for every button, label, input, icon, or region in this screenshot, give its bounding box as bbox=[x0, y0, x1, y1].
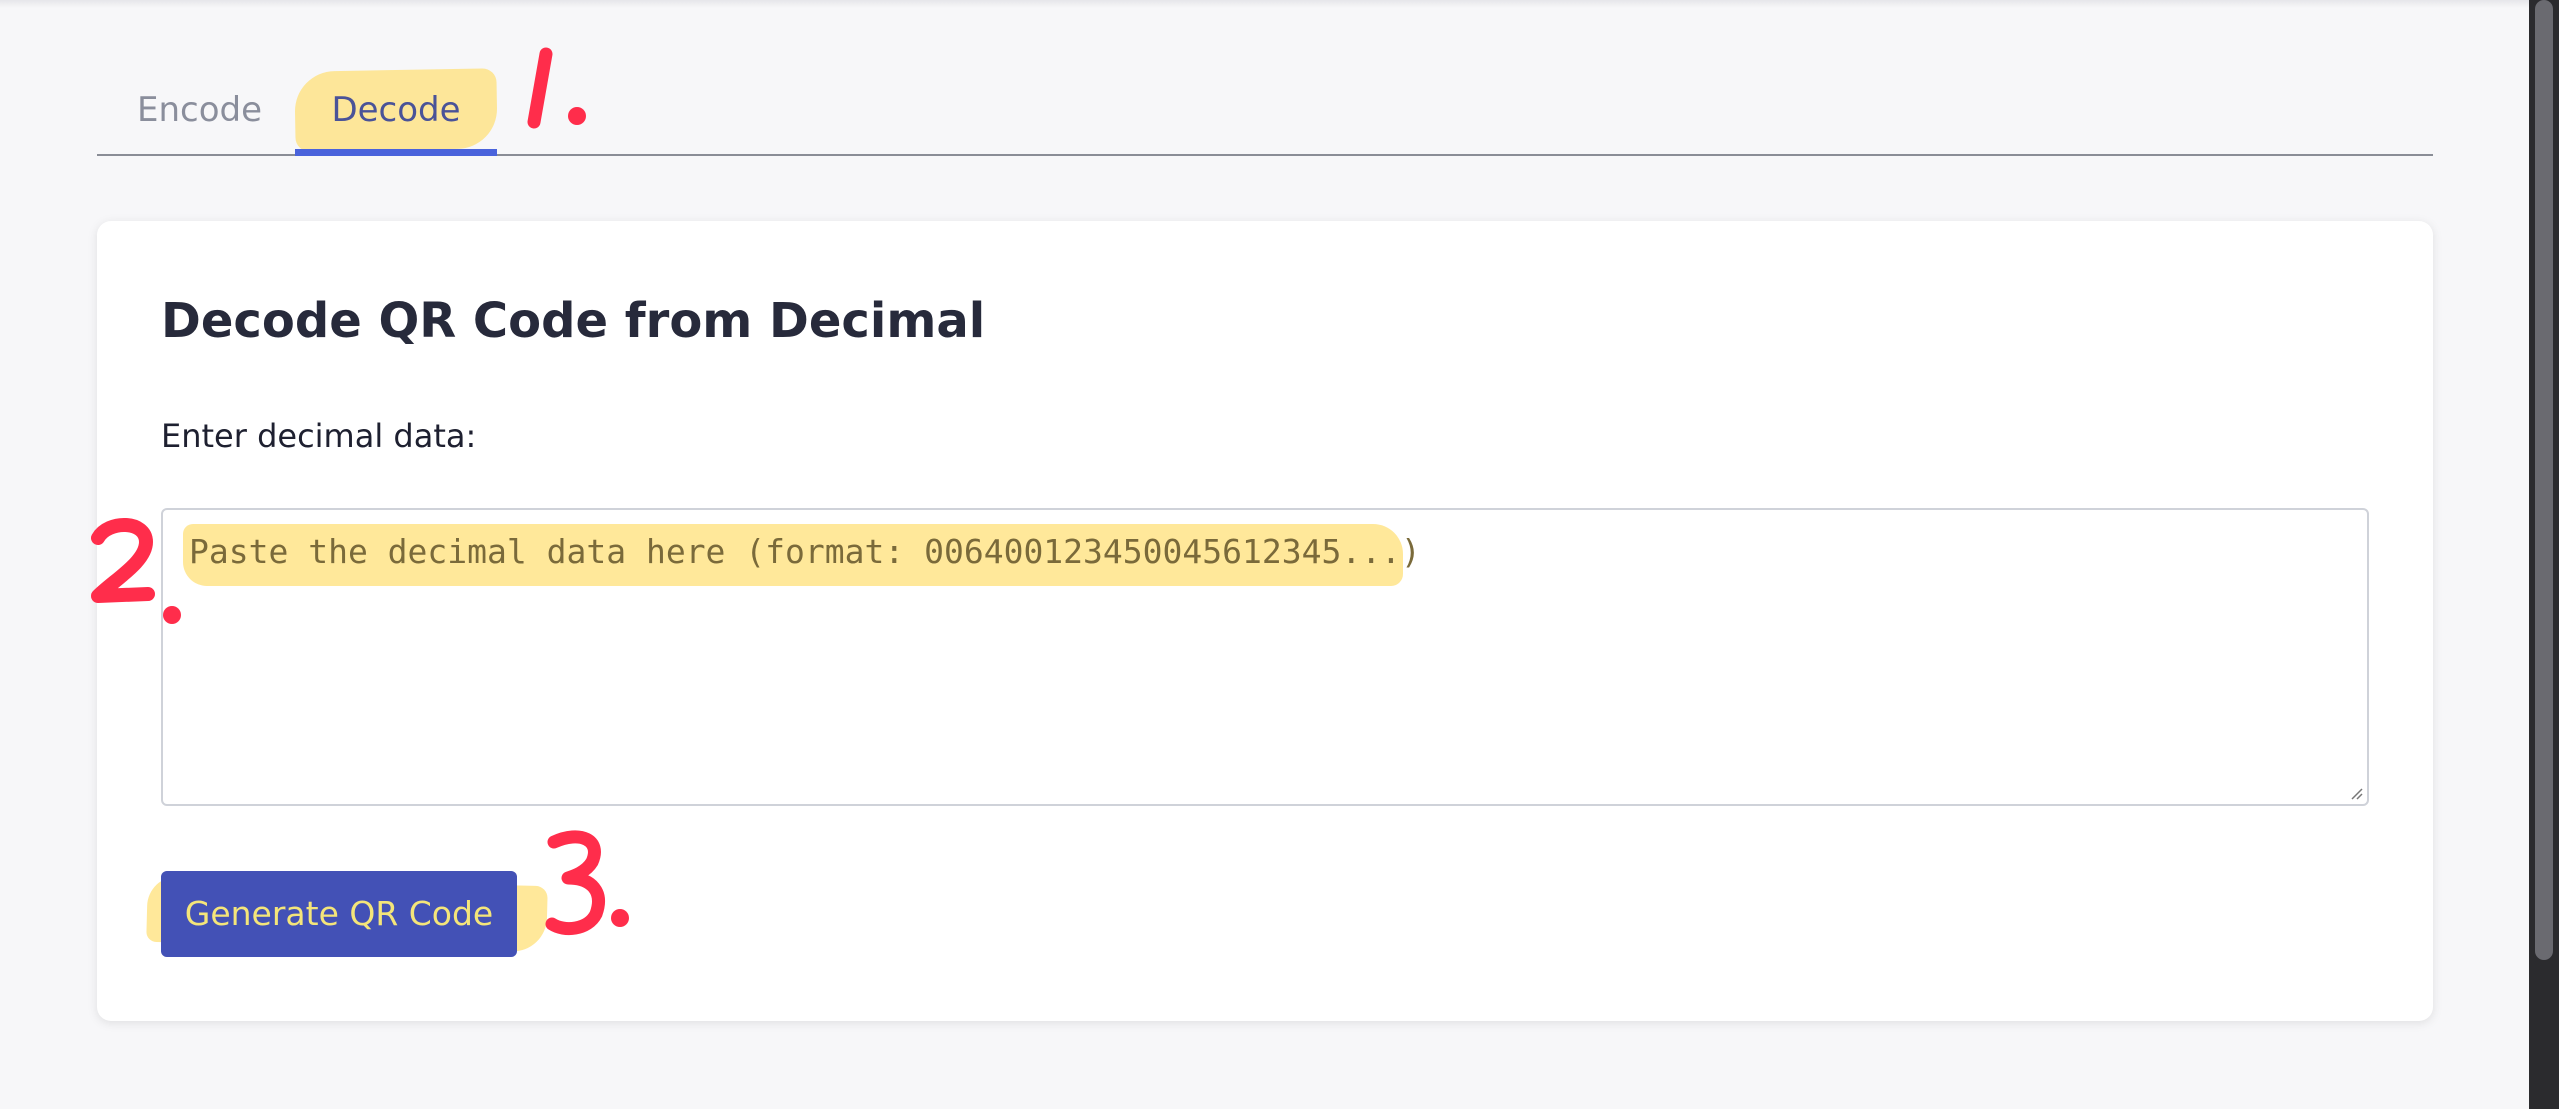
tab-bar: Encode Decode bbox=[97, 0, 2433, 156]
decode-card: Decode QR Code from Decimal Enter decima… bbox=[97, 221, 2433, 1021]
page: Encode Decode Decode QR Code from Decima… bbox=[0, 0, 2559, 1109]
resize-grip-icon[interactable] bbox=[2349, 786, 2363, 800]
tab-encode-label: Encode bbox=[137, 90, 263, 130]
tab-decode[interactable]: Decode bbox=[294, 68, 498, 156]
tab-decode-label: Decode bbox=[331, 90, 461, 130]
generate-qr-button[interactable]: Generate QR Code bbox=[161, 871, 517, 957]
decimal-data-placeholder: Paste the decimal data here (format: 006… bbox=[189, 532, 1421, 571]
tab-encode[interactable]: Encode bbox=[137, 70, 262, 156]
decimal-data-input[interactable]: Paste the decimal data here (format: 006… bbox=[161, 508, 2369, 806]
decimal-data-label: Enter decimal data: bbox=[161, 417, 477, 455]
scrollbar-thumb[interactable] bbox=[2535, 0, 2553, 960]
annotation-step-1 bbox=[527, 47, 586, 129]
active-tab-indicator bbox=[295, 149, 497, 156]
card-title: Decode QR Code from Decimal bbox=[161, 293, 986, 349]
annotation-step-2 bbox=[91, 518, 181, 624]
annotation-step-3 bbox=[545, 830, 629, 936]
